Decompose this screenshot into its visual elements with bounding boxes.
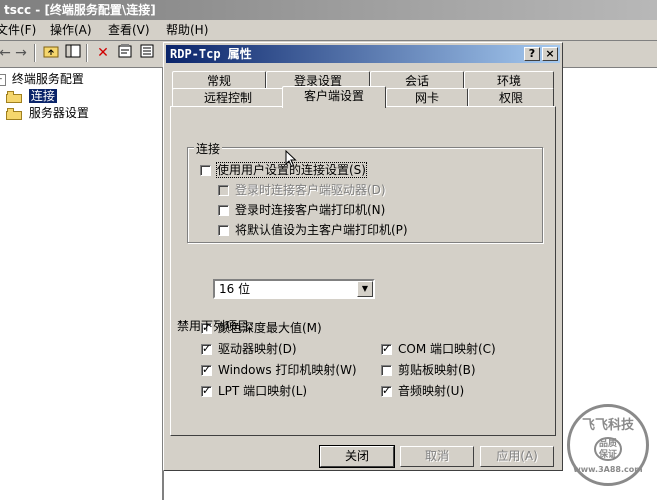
mmc-menu-bar: 文件(F) 操作(A) 查看(V) 帮助(H) bbox=[0, 20, 657, 41]
lpt-port-mapping-label: LPT 端口映射(L) bbox=[218, 384, 308, 398]
chevron-down-icon[interactable]: ▼ bbox=[357, 281, 373, 297]
folder-icon bbox=[6, 107, 22, 120]
audio-mapping-label: 音频映射(U) bbox=[398, 384, 465, 398]
checkbox-box bbox=[201, 341, 212, 357]
cancel-button[interactable]: 取消 bbox=[400, 446, 474, 467]
lpt-port-mapping-checkbox[interactable]: LPT 端口映射(L) bbox=[201, 383, 307, 399]
tree-item-connections-label: 连接 bbox=[28, 89, 57, 103]
com-port-mapping-label: COM 端口映射(C) bbox=[398, 342, 496, 356]
watermark-url-text: www.3A88.com bbox=[573, 465, 643, 474]
tab-remote-control[interactable]: 远程控制 bbox=[172, 88, 284, 107]
color-depth-select[interactable]: 16 位 ▼ bbox=[213, 279, 375, 299]
windows-printer-mapping-label: Windows 打印机映射(W) bbox=[218, 363, 357, 377]
toolbar-separator bbox=[34, 44, 36, 62]
up-folder-icon[interactable] bbox=[42, 44, 60, 62]
checkbox-box bbox=[201, 362, 212, 378]
show-tree-icon[interactable] bbox=[64, 44, 82, 62]
color-depth-value: 16 位 bbox=[219, 282, 251, 296]
tree-root[interactable]: – 终端服务配置 bbox=[0, 71, 84, 87]
drive-mapping-checkbox[interactable]: 驱动器映射(D) bbox=[201, 341, 297, 357]
checkbox-box bbox=[200, 165, 211, 176]
tab-client-settings[interactable]: 客户端设置 bbox=[282, 86, 386, 108]
watermark-top-text: 飞飞科技 bbox=[581, 418, 634, 433]
help-button[interactable]: ? bbox=[524, 47, 540, 61]
clipboard-mapping-label: 剪贴板映射(B) bbox=[398, 363, 476, 377]
delete-icon[interactable]: ✕ bbox=[94, 44, 112, 62]
windows-printer-mapping-checkbox[interactable]: Windows 打印机映射(W) bbox=[201, 362, 357, 378]
drive-mapping-label: 驱动器映射(D) bbox=[218, 342, 297, 356]
menu-help[interactable]: 帮助(H) bbox=[166, 22, 208, 38]
audio-mapping-checkbox[interactable]: 音频映射(U) bbox=[381, 383, 464, 399]
apply-button[interactable]: 应用(A) bbox=[480, 446, 554, 467]
connect-drives-label: 登录时连接客户端驱动器(D) bbox=[235, 183, 386, 197]
dialog-title-bar[interactable]: RDP-Tcp 属性 ? × bbox=[166, 45, 560, 63]
default-printer-label: 将默认值设为主客户端打印机(P) bbox=[235, 223, 408, 237]
watermark-middle-text: 品质保证 bbox=[594, 437, 622, 461]
toolbar-separator bbox=[86, 44, 88, 62]
checkbox-box bbox=[218, 225, 229, 236]
forward-arrow-icon[interactable]: → bbox=[12, 44, 30, 62]
dialog-title: RDP-Tcp 属性 bbox=[170, 47, 252, 61]
connect-printers-label: 登录时连接客户端打印机(N) bbox=[235, 203, 386, 217]
folder-icon bbox=[6, 90, 22, 103]
menu-action[interactable]: 操作(A) bbox=[50, 22, 92, 38]
close-icon[interactable]: × bbox=[542, 47, 558, 61]
mouse-cursor-icon bbox=[285, 150, 297, 168]
tree-item-server-settings-label: 服务器设置 bbox=[28, 106, 89, 120]
default-printer-checkbox[interactable]: 将默认值设为主客户端打印机(P) bbox=[218, 222, 408, 238]
tree-pane[interactable]: – 终端服务配置 连接 服务器设置 bbox=[0, 68, 162, 500]
checkbox-box bbox=[381, 365, 392, 376]
checkbox-box bbox=[201, 383, 212, 399]
mmc-title-bar: tscc - [终端服务配置\连接] bbox=[0, 0, 657, 20]
connect-printers-checkbox[interactable]: 登录时连接客户端打印机(N) bbox=[218, 202, 385, 218]
checkbox-box bbox=[381, 383, 392, 399]
tab-permissions[interactable]: 权限 bbox=[468, 88, 554, 107]
checkbox-box bbox=[218, 185, 229, 196]
tab-network-adapter[interactable]: 网卡 bbox=[386, 88, 468, 107]
checkbox-box bbox=[381, 341, 392, 357]
clipboard-mapping-checkbox[interactable]: 剪贴板映射(B) bbox=[381, 362, 476, 378]
disable-section-label: 禁用下列项目: bbox=[177, 319, 254, 333]
watermark-stamp: 飞飞科技 品质保证 www.3A88.com bbox=[567, 404, 649, 486]
use-user-settings-checkbox[interactable]: 使用用户设置的连接设置(S) bbox=[200, 162, 367, 178]
checkbox-box bbox=[218, 205, 229, 216]
tree-item-connections[interactable]: 连接 bbox=[6, 88, 57, 104]
close-button[interactable]: 关闭 bbox=[319, 445, 395, 468]
menu-view[interactable]: 查看(V) bbox=[108, 22, 150, 38]
com-port-mapping-checkbox[interactable]: COM 端口映射(C) bbox=[381, 341, 496, 357]
connection-group-label: 连接 bbox=[194, 140, 223, 157]
connect-drives-checkbox: 登录时连接客户端驱动器(D) bbox=[218, 182, 386, 198]
mmc-title-text: tscc - [终端服务配置\连接] bbox=[4, 3, 156, 17]
tree-item-server-settings[interactable]: 服务器设置 bbox=[6, 105, 89, 121]
properties-dialog: RDP-Tcp 属性 ? × 常规 登录设置 会话 环境 远程控制 客户端设置 … bbox=[163, 42, 563, 471]
properties-icon[interactable] bbox=[116, 44, 134, 62]
connection-groupbox: 连接 使用用户设置的连接设置(S) 登录时连接客户端驱动器(D) 登录时连接客户… bbox=[187, 140, 543, 243]
tree-root-label: 终端服务配置 bbox=[11, 72, 84, 86]
menu-file[interactable]: 文件(F) bbox=[0, 22, 36, 38]
tree-root-icon: – bbox=[0, 73, 6, 86]
export-list-icon[interactable] bbox=[138, 44, 156, 62]
client-settings-panel: 连接 使用用户设置的连接设置(S) 登录时连接客户端驱动器(D) 登录时连接客户… bbox=[170, 106, 556, 436]
